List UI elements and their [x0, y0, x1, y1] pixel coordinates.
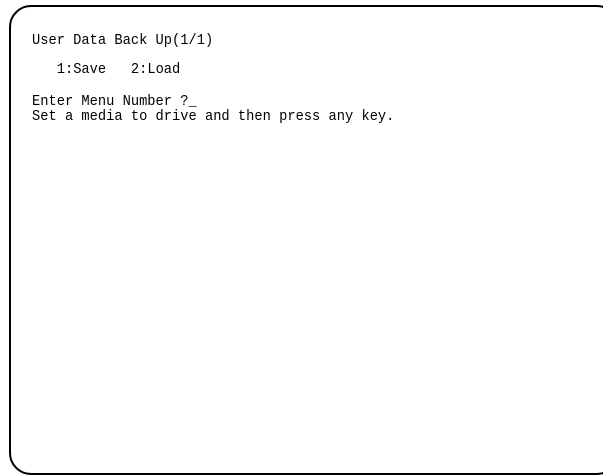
status-message: Set a media to drive and then press any … — [32, 108, 395, 125]
menu-number-prompt[interactable]: Enter Menu Number ?_ — [32, 94, 197, 109]
menu-item-load[interactable]: 2:Load — [131, 61, 180, 78]
menu-options: 1:Save 2:Load — [32, 61, 181, 78]
screen-title: User Data Back Up(1/1) — [32, 32, 214, 49]
menu-item-save[interactable]: 1:Save — [57, 61, 106, 78]
